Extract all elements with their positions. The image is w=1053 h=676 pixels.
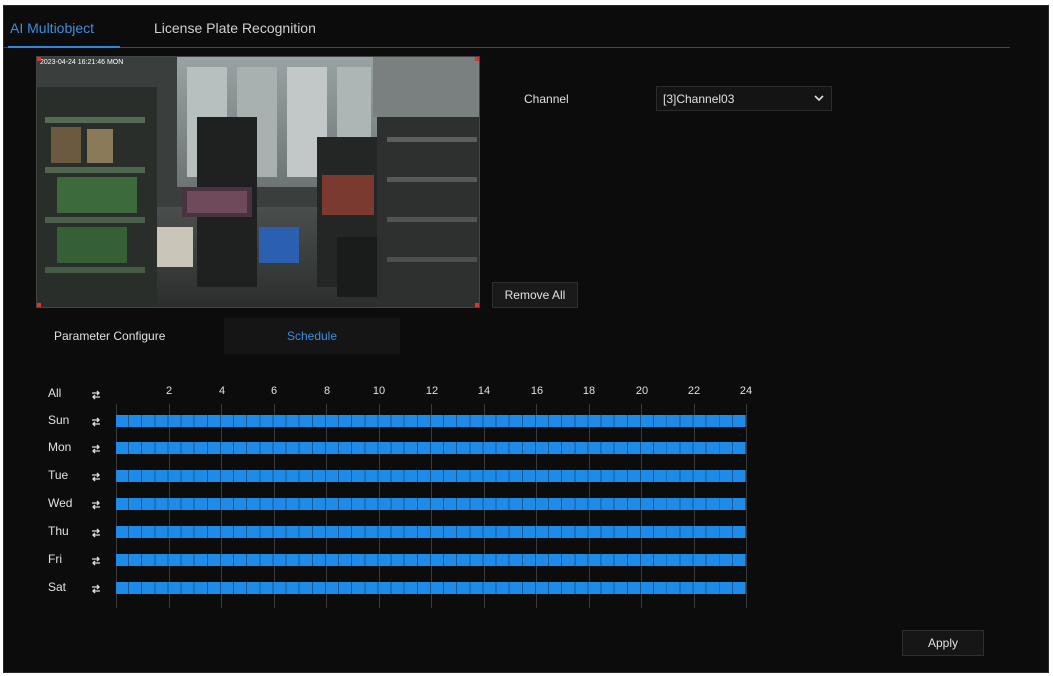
channel-select[interactable]: [3]Channel03 [656, 86, 832, 111]
region-handle[interactable] [37, 303, 41, 307]
camera-scene-image [37, 57, 479, 307]
hour-label: 18 [582, 385, 596, 397]
schedule-bar[interactable] [116, 442, 746, 454]
tab-ai-multiobject[interactable]: AI Multiobject [10, 20, 94, 36]
hour-label: 12 [425, 385, 439, 397]
schedule-bar[interactable] [116, 498, 746, 510]
hour-gridline [746, 404, 747, 608]
day-label: Fri [48, 552, 62, 566]
schedule-bar[interactable] [116, 415, 746, 427]
region-handle[interactable] [37, 57, 41, 61]
hour-label: 22 [687, 385, 701, 397]
swap-icon[interactable] [90, 554, 102, 566]
swap-icon[interactable] [90, 498, 102, 510]
hour-label: 16 [530, 385, 544, 397]
hour-label: 8 [323, 385, 331, 397]
hour-label: 6 [270, 385, 278, 397]
swap-icon[interactable] [90, 470, 102, 482]
hour-label: 2 [165, 385, 173, 397]
apply-button[interactable]: Apply [902, 630, 984, 656]
hour-label: 14 [477, 385, 491, 397]
day-label: Wed [48, 496, 73, 510]
day-label: Sun [48, 413, 70, 427]
schedule-bar[interactable] [116, 582, 746, 594]
tab-bar: AI Multiobject License Plate Recognition [4, 6, 1010, 48]
region-handle[interactable] [475, 57, 479, 61]
schedule-bar[interactable] [116, 470, 746, 482]
active-tab-indicator [8, 46, 120, 48]
tab-parameter-configure[interactable]: Parameter Configure [44, 318, 224, 354]
day-label: Sat [48, 580, 67, 594]
remove-all-button[interactable]: Remove All [492, 282, 578, 308]
schedule-bar[interactable] [116, 554, 746, 566]
swap-icon[interactable] [90, 582, 102, 594]
tab-schedule[interactable]: Schedule [224, 318, 400, 354]
hour-label: 20 [635, 385, 649, 397]
swap-icon[interactable] [90, 526, 102, 538]
camera-preview[interactable]: 2023-04-24 16:21:46 MON [36, 56, 480, 308]
hour-label: 10 [372, 385, 386, 397]
tab-license-plate-recognition[interactable]: License Plate Recognition [154, 20, 316, 36]
day-label: Thu [48, 524, 69, 538]
channel-value: [3]Channel03 [663, 92, 735, 106]
swap-icon[interactable] [90, 415, 102, 427]
schedule-bar[interactable] [116, 526, 746, 538]
swap-icon[interactable] [90, 442, 102, 454]
region-handle[interactable] [475, 303, 479, 307]
hour-label: 4 [218, 385, 226, 397]
channel-label: Channel [524, 92, 569, 106]
settings-window: AI Multiobject License Plate Recognition [3, 5, 1049, 673]
all-days-label: All [48, 386, 62, 400]
day-label: Mon [48, 440, 72, 454]
preview-timestamp: 2023-04-24 16:21:46 MON [40, 59, 124, 66]
hour-label: 24 [739, 385, 753, 397]
day-label: Tue [48, 468, 69, 482]
chevron-down-icon [813, 90, 825, 109]
swap-icon[interactable] [90, 388, 102, 400]
